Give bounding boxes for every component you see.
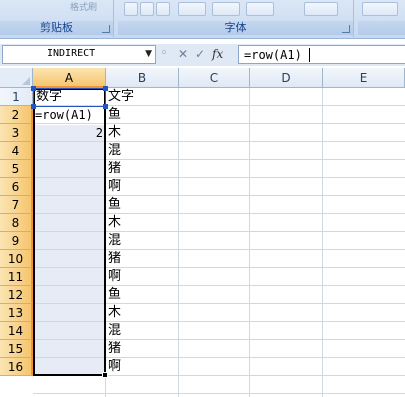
- clipboard-group-label: 剪贴板: [0, 21, 113, 35]
- name-box[interactable]: INDIRECT ▼: [2, 45, 156, 64]
- select-all-button[interactable]: [0, 68, 33, 88]
- alignment-button[interactable]: [362, 2, 398, 16]
- cell-b6[interactable]: 啊: [108, 178, 121, 196]
- text-caret: [309, 48, 310, 62]
- formula-controls: ◦ ✕ ✓ fx: [158, 45, 234, 64]
- cancel-icon[interactable]: ✕: [178, 46, 188, 62]
- row-header-4[interactable]: 4: [0, 142, 33, 160]
- row-gridline: [33, 393, 405, 394]
- cell-b9[interactable]: 混: [108, 232, 121, 250]
- cell-b13[interactable]: 木: [108, 304, 121, 322]
- insert-function-button[interactable]: fx: [212, 46, 223, 62]
- reference-handle[interactable]: [31, 104, 36, 109]
- select-all-icon: [22, 77, 30, 85]
- cell-b1[interactable]: 文字: [108, 88, 134, 106]
- column-header-b[interactable]: B: [106, 68, 179, 88]
- clipboard-group: 格式刷 剪贴板: [0, 0, 114, 37]
- row-header-10[interactable]: 10: [0, 250, 33, 268]
- cell-b3[interactable]: 木: [108, 124, 121, 142]
- clipboard-dialog-launcher-icon[interactable]: [102, 25, 110, 33]
- resize-grip-icon[interactable]: ◦: [160, 46, 168, 62]
- cell-b12[interactable]: 鱼: [108, 286, 121, 304]
- row-header-5[interactable]: 5: [0, 160, 33, 178]
- underline-button[interactable]: [156, 2, 170, 16]
- alignment-group-label: [358, 21, 405, 35]
- cell-b8[interactable]: 木: [108, 214, 121, 232]
- row-header-6[interactable]: 6: [0, 178, 33, 196]
- fill-color-button[interactable]: [212, 2, 240, 16]
- phonetic-button[interactable]: [304, 2, 338, 16]
- reference-handle[interactable]: [103, 104, 108, 109]
- enter-icon[interactable]: ✓: [195, 46, 205, 62]
- column-header-e[interactable]: E: [323, 68, 405, 88]
- bold-button[interactable]: [124, 2, 138, 16]
- border-button[interactable]: [178, 2, 206, 16]
- alignment-group: [358, 0, 405, 37]
- formula-bar: INDIRECT ▼ ◦ ✕ ✓ fx =row(A1): [0, 44, 405, 66]
- column-header-c[interactable]: C: [179, 68, 250, 88]
- column-gridline: [178, 88, 179, 397]
- formula-input[interactable]: =row(A1): [238, 45, 405, 64]
- ribbon: 格式刷 剪贴板 字体: [0, 0, 405, 39]
- selection-border: [33, 88, 106, 376]
- cell-b14[interactable]: 混: [108, 322, 121, 340]
- font-group-label: 字体: [118, 21, 353, 35]
- column-gridline: [322, 88, 323, 397]
- row-header-7[interactable]: 7: [0, 196, 33, 214]
- row-header-12[interactable]: 12: [0, 286, 33, 304]
- formula-text: =row(A1): [244, 48, 302, 62]
- cell-b15[interactable]: 猪: [108, 340, 121, 358]
- row-header-13[interactable]: 13: [0, 304, 33, 322]
- fill-handle[interactable]: [102, 372, 108, 378]
- name-box-dropdown-icon[interactable]: ▼: [145, 49, 152, 59]
- row-header-2[interactable]: 2: [0, 106, 33, 124]
- cell-b7[interactable]: 鱼: [108, 196, 121, 214]
- font-group: 字体: [118, 0, 354, 37]
- row-header-14[interactable]: 14: [0, 322, 33, 340]
- formula-reference-box: [31, 86, 108, 109]
- name-box-value: INDIRECT: [47, 48, 96, 59]
- column-header-a[interactable]: A: [33, 68, 106, 88]
- row-header-9[interactable]: 9: [0, 232, 33, 250]
- cell-b4[interactable]: 混: [108, 142, 121, 160]
- font-dialog-launcher-icon[interactable]: [342, 25, 350, 33]
- worksheet-grid[interactable]: A B C D E 1 2 3 4 5 6 7 8 9 10 11 12 13 14 15 16 数字 文字 …: [0, 68, 405, 397]
- row-header-11[interactable]: 11: [0, 268, 33, 286]
- reference-handle[interactable]: [31, 86, 36, 91]
- row-header-1[interactable]: 1: [0, 88, 33, 106]
- font-color-button[interactable]: [246, 2, 274, 16]
- column-gridline: [249, 88, 250, 397]
- row-header-16[interactable]: 16: [0, 358, 33, 376]
- format-painter-label[interactable]: 格式刷: [70, 0, 97, 13]
- cell-b10[interactable]: 猪: [108, 250, 121, 268]
- cell-b2[interactable]: 鱼: [108, 106, 121, 124]
- row-header-3[interactable]: 3: [0, 124, 33, 142]
- italic-button[interactable]: [140, 2, 154, 16]
- cell-b16[interactable]: 啊: [108, 358, 121, 376]
- column-header-d[interactable]: D: [250, 68, 323, 88]
- row-header-8[interactable]: 8: [0, 214, 33, 232]
- cell-b5[interactable]: 猪: [108, 160, 121, 178]
- cell-b11[interactable]: 啊: [108, 268, 121, 286]
- reference-handle[interactable]: [103, 86, 108, 91]
- row-header-15[interactable]: 15: [0, 340, 33, 358]
